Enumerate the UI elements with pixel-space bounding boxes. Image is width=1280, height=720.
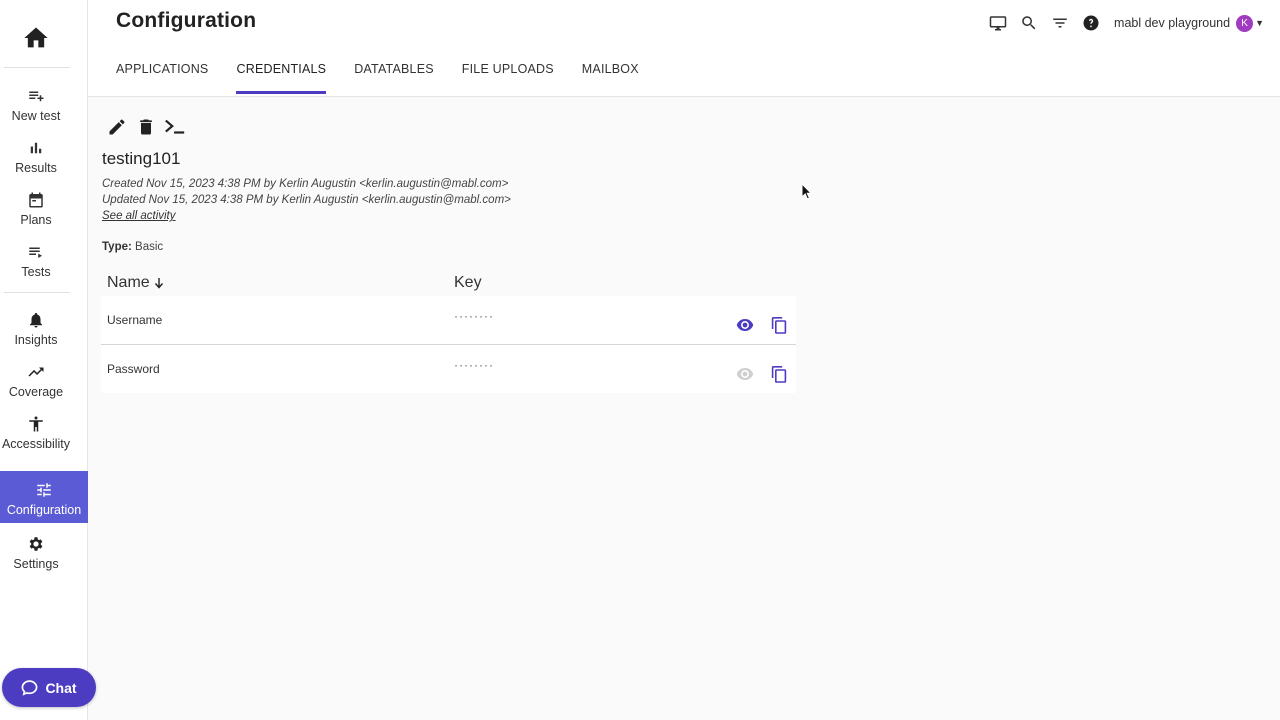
workspace-name: mabl dev playground [1114,16,1231,30]
delete-icon[interactable] [135,116,157,138]
tab-applications[interactable]: APPLICATIONS [116,62,208,94]
top-toolbar: mabl dev playground K ▼ [978,12,1264,34]
accessibility-icon [27,415,45,433]
copy-icon[interactable] [769,315,789,335]
avatar: K [1236,14,1254,32]
credential-type: Type: Basic [102,241,163,253]
sidebar-item-label: Settings [13,557,59,571]
see-all-activity-link[interactable]: See all activity [102,210,176,222]
header: Configuration APPLICATIONS CREDENTIALS D… [88,0,1280,97]
chat-button[interactable]: Chat [2,668,96,707]
sidebar-item-results[interactable]: Results [0,137,72,185]
updated-info: Updated Nov 15, 2023 4:38 PM by Kerlin A… [102,194,511,206]
tune-icon [35,481,53,499]
field-name: Username [107,313,163,327]
sidebar: New test Results Plans Tests Insights Co… [0,0,96,720]
workspace-switcher[interactable]: mabl dev playground K ▼ [1114,14,1264,32]
credential-actions [106,116,193,138]
sidebar-item-label: Insights [14,333,58,347]
sidebar-item-coverage[interactable]: Coverage [0,361,72,409]
bell-icon [27,311,45,329]
field-value: ········ [454,358,494,372]
sidebar-item-label: Coverage [8,385,64,399]
created-info: Created Nov 15, 2023 4:38 PM by Kerlin A… [102,178,509,190]
field-name: Password [107,362,160,376]
chat-bubble-icon [22,680,38,696]
caret-down-icon: ▼ [1255,18,1264,28]
column-label: Name [107,274,150,291]
sidebar-item-label: New test [11,109,61,123]
tab-credentials[interactable]: CREDENTIALS [236,62,326,94]
sidebar-item-configuration[interactable]: Configuration [0,471,88,523]
trend-icon [27,363,45,381]
sidebar-item-accessibility[interactable]: Accessibility [0,413,72,461]
copy-icon[interactable] [769,364,789,384]
sidebar-item-label: Results [15,161,57,175]
search-icon[interactable] [1018,12,1040,34]
credential-name: testing101 [102,149,181,168]
column-header-name[interactable]: Name [107,274,164,292]
sidebar-item-new-test[interactable]: New test [0,85,72,133]
help-icon[interactable] [1080,12,1102,34]
bar-chart-icon [27,139,45,157]
home-icon[interactable] [22,24,50,52]
field-value: ········ [454,309,494,323]
table-row: Username ········ [101,296,796,344]
table-row: Password ········ [101,345,796,393]
monitor-icon[interactable] [987,12,1009,34]
sidebar-item-tests[interactable]: Tests [0,241,72,289]
edit-icon[interactable] [106,116,128,138]
config-tabs: APPLICATIONS CREDENTIALS DATATABLES FILE… [116,62,667,94]
tab-file-uploads[interactable]: FILE UPLOADS [462,62,554,94]
playlist-add-icon [27,87,45,105]
sidebar-item-insights[interactable]: Insights [0,309,72,357]
sidebar-item-label: Configuration [6,503,82,517]
tab-datatables[interactable]: DATATABLES [354,62,434,94]
list-icon [27,243,45,261]
chat-label: Chat [45,679,77,696]
sidebar-item-settings[interactable]: Settings [0,533,72,581]
sidebar-item-label: Tests [21,265,51,279]
mouse-cursor-icon [801,182,813,205]
gear-icon [27,535,45,553]
sidebar-item-label: Plans [20,213,52,227]
type-label: Type: [102,241,132,253]
calendar-icon [27,191,45,209]
tab-mailbox[interactable]: MAILBOX [582,62,639,94]
sidebar-item-label: Accessibility [1,437,71,451]
type-value: Basic [135,241,164,253]
page-title: Configuration [116,9,257,32]
sidebar-divider [4,292,70,293]
sidebar-divider [4,67,70,68]
column-header-key: Key [454,274,482,291]
eye-icon[interactable] [735,364,755,384]
terminal-icon[interactable] [164,116,186,138]
sidebar-item-plans[interactable]: Plans [0,189,72,237]
filter-icon[interactable] [1049,12,1071,34]
arrow-down-icon [154,278,163,289]
eye-icon[interactable] [735,315,755,335]
